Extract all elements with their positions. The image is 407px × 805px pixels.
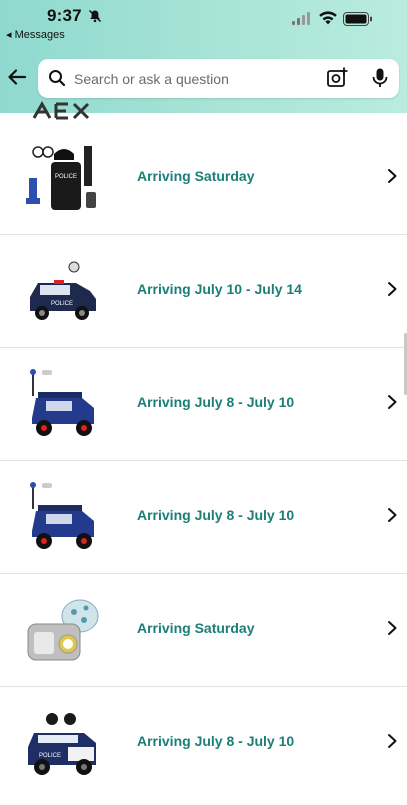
search-input[interactable]: Search or ask a question [74,71,229,87]
arrival-status: Arriving July 8 - July 10 [137,733,295,749]
chevron-right-icon[interactable] [385,619,399,637]
bell-muted-icon [89,10,101,23]
blue-utv-ride-on-image [30,482,94,549]
order-list: POLICE Arriving Saturday POLICE Arriving… [0,122,407,799]
arrival-status: Arriving July 10 - July 14 [137,281,302,297]
police-truck-ride-on-image: POLICE [28,713,96,775]
back-to-messages-link[interactable]: ◂ Messages [6,28,65,41]
order-row[interactable]: Arriving July 8 - July 10 [0,461,407,574]
battery-icon [343,12,372,26]
blue-utv-ride-on-image [30,369,94,436]
order-row[interactable]: POLICE Arriving July 8 - July 10 [0,687,407,799]
status-time: 9:37 [47,6,82,25]
order-row[interactable]: POLICE Arriving Saturday [0,122,407,235]
chevron-right-icon[interactable] [385,393,399,411]
chevron-right-icon[interactable] [385,506,399,524]
arrival-status: Arriving Saturday [137,620,255,636]
wifi-icon [319,11,337,25]
back-arrow-icon[interactable] [6,66,28,88]
search-bar[interactable]: Search or ask a question [38,59,399,98]
partial-heading-graphic [30,100,100,120]
arrival-status: Arriving Saturday [137,168,255,184]
cellular-signal-icon [292,12,310,25]
svg-text:POLICE: POLICE [51,301,73,307]
svg-text:POLICE: POLICE [55,174,77,180]
arrival-status: Arriving July 8 - July 10 [137,507,295,523]
order-row[interactable]: POLICE Arriving July 10 - July 14 [0,235,407,348]
carrying-case-image [27,599,99,661]
chevron-right-icon[interactable] [385,280,399,298]
camera-search-icon[interactable] [326,67,348,89]
chevron-right-icon[interactable] [385,732,399,750]
police-ride-on-car-image: POLICE [30,261,96,320]
chevron-right-icon[interactable] [385,167,399,185]
arrival-status: Arriving July 8 - July 10 [137,394,295,410]
order-row[interactable]: Arriving Saturday [0,574,407,687]
search-icon [49,70,66,87]
app-header: 9:37 ◂ Messages Search or ask a question [0,0,407,113]
police-costume-image: POLICE [26,146,96,210]
svg-text:POLICE: POLICE [39,753,61,759]
order-row[interactable]: Arriving July 8 - July 10 [0,348,407,461]
microphone-icon[interactable] [370,67,390,89]
